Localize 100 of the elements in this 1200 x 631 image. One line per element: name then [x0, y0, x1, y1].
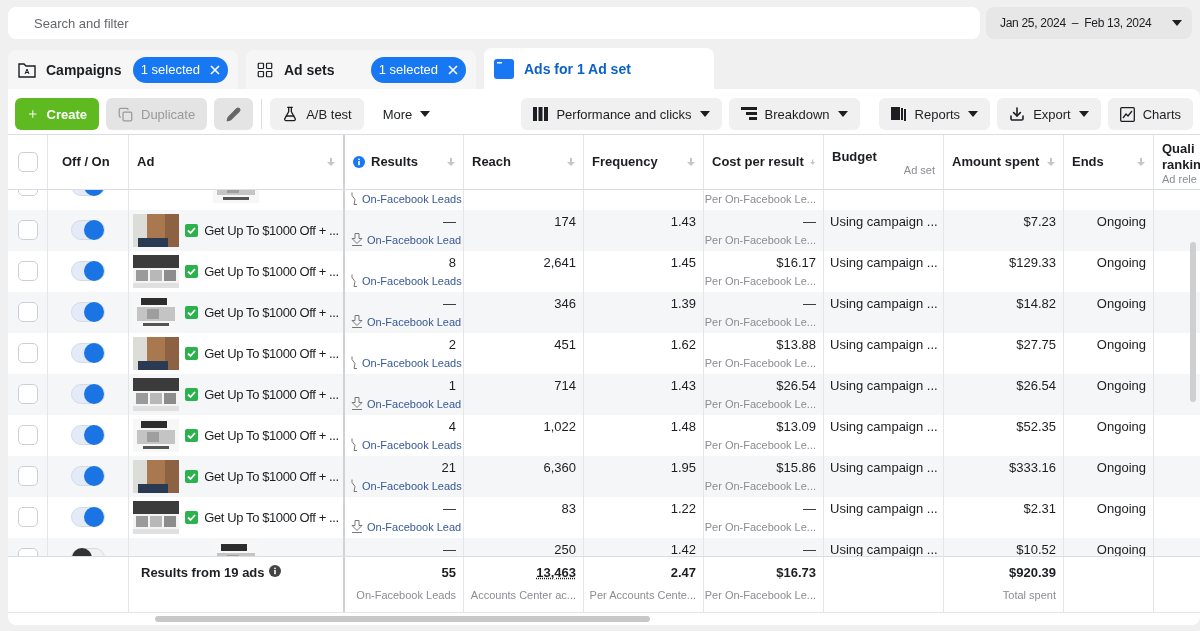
- check-mark-icon: [185, 510, 199, 524]
- flask-icon: [282, 106, 299, 123]
- check-mark-icon: [185, 223, 199, 237]
- checkbox[interactable]: [17, 343, 38, 364]
- sort-arrow-icon[interactable]: [567, 157, 575, 166]
- result-type-link[interactable]: On-Facebook Lead: [367, 395, 462, 412]
- ad-name[interactable]: Get Up To $1000 Off + ...: [204, 427, 339, 443]
- line-chart-icon: [1119, 106, 1135, 122]
- toggle-switch[interactable]: [71, 507, 105, 528]
- check-mark-icon: [185, 387, 199, 401]
- column-header[interactable]: Quali rankin: [1162, 140, 1200, 173]
- search-field[interactable]: Search and filter: [8, 7, 980, 39]
- toggle-switch[interactable]: [71, 466, 105, 487]
- results-value: —: [443, 295, 456, 312]
- checkbox[interactable]: [17, 220, 38, 241]
- column-header[interactable]: Frequency: [592, 154, 681, 170]
- info-icon[interactable]: [353, 155, 365, 168]
- amount-spent-value: $26.54: [1016, 377, 1056, 394]
- reach-value: 174: [554, 213, 576, 230]
- checkbox[interactable]: [17, 425, 38, 446]
- result-type-link[interactable]: On-Facebook Leads: [362, 272, 462, 289]
- column-header[interactable]: Ends: [1072, 154, 1131, 170]
- sort-arrow-icon[interactable]: [327, 157, 335, 166]
- column-header[interactable]: Cost per result: [712, 154, 804, 170]
- column-header[interactable]: Ad: [137, 154, 321, 170]
- column-header[interactable]: Amount spent: [952, 154, 1041, 170]
- frequency-value: 1.48: [670, 418, 696, 435]
- checkbox[interactable]: [17, 261, 38, 282]
- toggle-switch[interactable]: [71, 261, 105, 282]
- toolbar-button[interactable]: Export: [997, 98, 1101, 131]
- toolbar-button[interactable]: Breakdown: [728, 98, 860, 131]
- result-type-link[interactable]: On-Facebook Leads: [362, 436, 462, 453]
- close-icon[interactable]: [448, 64, 458, 75]
- checkbox[interactable]: [17, 507, 38, 528]
- reach-value: 714: [554, 377, 576, 394]
- result-type-link[interactable]: On-Facebook Lead: [367, 518, 462, 535]
- toolbar-button[interactable]: A/B test: [270, 98, 364, 131]
- cost-value: $13.09: [776, 418, 816, 435]
- ad-name[interactable]: Get Up To $1000 Off + ...: [204, 222, 339, 238]
- result-type-link[interactable]: On-Facebook Leads: [362, 190, 462, 207]
- column-subheader: Ad rele: [1162, 172, 1198, 185]
- tab[interactable]: Ads for 1 Ad set: [484, 48, 714, 89]
- tab[interactable]: Campaigns 1 selected: [8, 50, 238, 89]
- reach-value: 6,360: [543, 459, 576, 476]
- toggle-switch[interactable]: [71, 384, 105, 405]
- toggle-switch[interactable]: [71, 343, 105, 364]
- toggle-switch[interactable]: [71, 425, 105, 446]
- caret-icon: [837, 111, 848, 118]
- close-icon[interactable]: [210, 64, 220, 75]
- ad-name[interactable]: Get Up To $1000 Off + ...: [204, 304, 339, 320]
- toolbar-button[interactable]: Charts: [1107, 98, 1193, 131]
- budget-value: Using campaign ...: [830, 418, 938, 435]
- amount-spent-value: $27.75: [1016, 336, 1056, 353]
- toggle-switch[interactable]: [71, 302, 105, 323]
- result-type-link[interactable]: On-Facebook Lead: [367, 231, 462, 248]
- column-header[interactable]: Off / On: [62, 154, 120, 170]
- result-type-link[interactable]: On-Facebook Leads: [362, 354, 462, 371]
- selection-badge[interactable]: 1 selected: [132, 56, 228, 83]
- total-value: 13,463: [536, 565, 576, 582]
- toggle-switch[interactable]: [71, 220, 105, 241]
- sort-arrow-icon[interactable]: [1137, 157, 1145, 166]
- selection-badge[interactable]: 1 selected: [370, 56, 466, 83]
- ends-value: Ongoing: [1096, 418, 1146, 435]
- ad-name[interactable]: Get Up To $1000 Off + ...: [204, 468, 339, 484]
- budget-value: Using campaign ...: [830, 500, 938, 517]
- checkbox[interactable]: [17, 151, 38, 172]
- budget-value: Using campaign ...: [830, 336, 938, 353]
- date-range-button[interactable]: Jan 25, 2024 – Feb 13, 2024: [986, 7, 1192, 39]
- sort-arrow-icon[interactable]: [1047, 157, 1055, 166]
- download-icon: [1009, 106, 1026, 123]
- total-label: Per On-Facebook Le...: [704, 588, 816, 604]
- results-value: 2: [448, 336, 456, 353]
- scrollbar[interactable]: [1190, 241, 1196, 402]
- column-header[interactable]: Results: [371, 154, 441, 170]
- checkbox[interactable]: [17, 384, 38, 405]
- result-type-link[interactable]: On-Facebook Leads: [362, 477, 462, 494]
- column-header[interactable]: Reach: [472, 154, 561, 170]
- cost-value: $16.17: [776, 254, 816, 271]
- ad-name[interactable]: Get Up To $1000 Off + ...: [204, 509, 339, 525]
- amount-spent-value: $10.52: [1016, 541, 1056, 557]
- result-type-link[interactable]: On-Facebook Lead: [367, 313, 462, 330]
- ad-name[interactable]: Get Up To $1000 Off + ...: [204, 386, 339, 402]
- column-header[interactable]: Budget: [832, 148, 935, 164]
- ad-name[interactable]: Get Up To $1000 Off + ...: [204, 345, 339, 361]
- toolbar-button[interactable]: More: [370, 98, 443, 131]
- ends-value: Ongoing: [1096, 377, 1146, 394]
- sort-arrow-icon[interactable]: [447, 157, 455, 166]
- sort-arrow-icon[interactable]: [809, 157, 815, 166]
- total-label: Per Accounts Cente...: [589, 588, 696, 604]
- ad-name[interactable]: Get Up To $1000 Off + ...: [204, 263, 339, 279]
- toolbar-button[interactable]: Reports: [878, 98, 991, 131]
- info-icon[interactable]: [268, 565, 281, 578]
- scrollbar[interactable]: [155, 616, 650, 623]
- tab[interactable]: Ad sets 1 selected: [246, 50, 476, 89]
- sort-arrow-icon[interactable]: [687, 157, 695, 166]
- results-summary: Results from 19 ads: [141, 565, 265, 581]
- toolbar-button[interactable]: Performance and clicks: [521, 98, 722, 131]
- checkbox[interactable]: [17, 302, 38, 323]
- amount-spent-value: $2.31: [1023, 500, 1056, 517]
- checkbox[interactable]: [17, 466, 38, 487]
